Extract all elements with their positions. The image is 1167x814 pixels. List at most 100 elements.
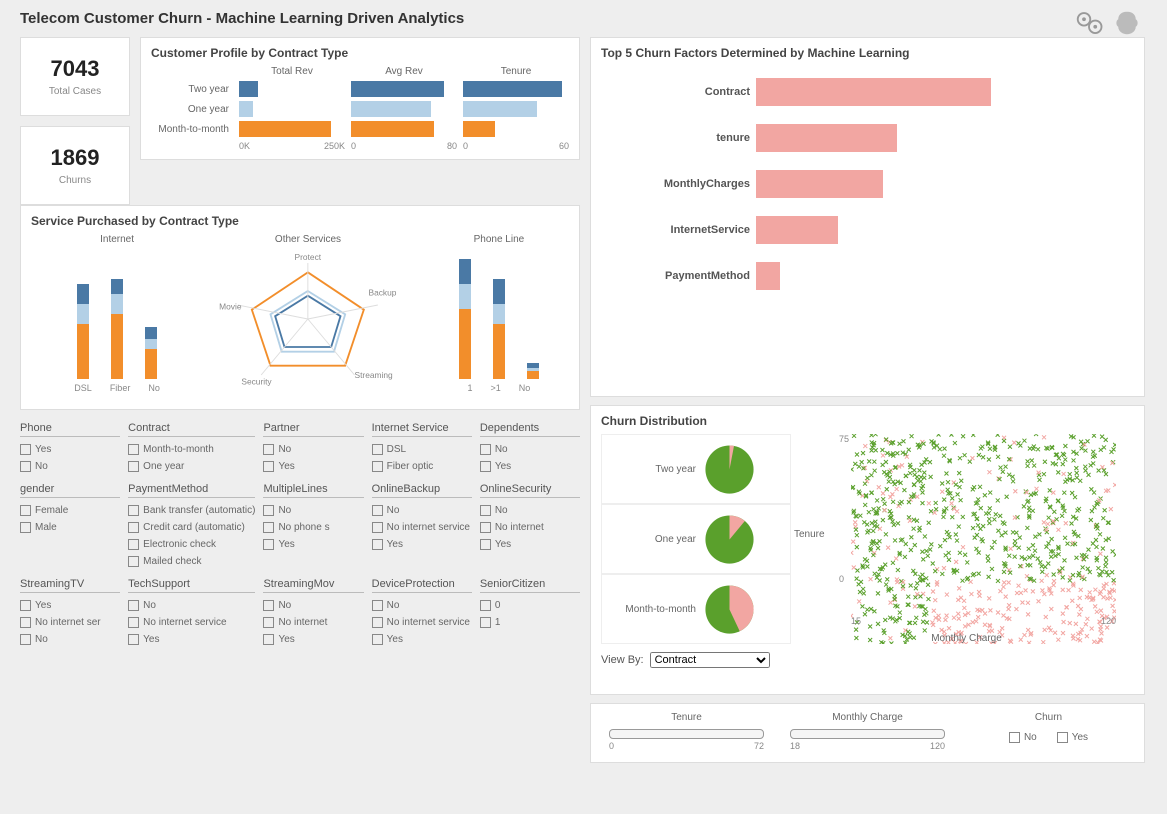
checkbox-icon[interactable]: [20, 600, 31, 611]
checkbox-icon[interactable]: [480, 539, 491, 550]
filter-opt[interactable]: Credit card (automatic): [128, 519, 255, 536]
checkbox-icon[interactable]: [372, 600, 383, 611]
checkbox-icon[interactable]: [372, 461, 383, 472]
filter-opt[interactable]: No: [20, 631, 120, 648]
filter-opt[interactable]: No: [20, 458, 120, 475]
checkbox-icon[interactable]: [128, 556, 139, 567]
pie-chart[interactable]: [702, 512, 757, 567]
filter-opt[interactable]: One year: [128, 458, 255, 475]
checkbox-icon[interactable]: [480, 461, 491, 472]
filter-opt[interactable]: No: [128, 597, 255, 614]
checkbox-icon[interactable]: [480, 444, 491, 455]
checkbox-icon[interactable]: [128, 617, 139, 628]
checkbox-icon[interactable]: [480, 505, 491, 516]
checkbox-icon[interactable]: [128, 461, 139, 472]
filter-opt[interactable]: No: [480, 502, 580, 519]
checkbox-icon[interactable]: [263, 461, 274, 472]
slider-monthly[interactable]: [790, 729, 945, 739]
checkbox-icon[interactable]: [20, 634, 31, 645]
brain-icon[interactable]: [1112, 8, 1142, 41]
filter-opt[interactable]: No internet ser: [20, 614, 120, 631]
bar-twoyear-rev[interactable]: [239, 81, 258, 97]
filter-opt[interactable]: No: [372, 502, 472, 519]
filter-opt[interactable]: DSL: [372, 441, 472, 458]
filter-opt[interactable]: Yes: [263, 458, 363, 475]
factor-bar[interactable]: [756, 262, 780, 290]
bar-m2m-avg[interactable]: [351, 121, 434, 137]
checkbox-icon[interactable]: [128, 600, 139, 611]
pie-chart[interactable]: [702, 582, 757, 637]
checkbox-icon[interactable]: [372, 634, 383, 645]
checkbox-icon[interactable]: [480, 522, 491, 533]
checkbox-icon[interactable]: [20, 461, 31, 472]
checkbox-icon[interactable]: [128, 539, 139, 550]
svc-internet-chart[interactable]: [31, 249, 203, 379]
checkbox-icon[interactable]: [372, 539, 383, 550]
churn-filter-yes[interactable]: Yes: [1057, 729, 1088, 746]
bar-oneyear-avg[interactable]: [351, 101, 431, 117]
checkbox-icon[interactable]: [372, 522, 383, 533]
filter-opt[interactable]: No phone s: [263, 519, 363, 536]
bar-oneyear-rev[interactable]: [239, 101, 253, 117]
viewby-select[interactable]: Contract: [650, 652, 770, 668]
checkbox-icon[interactable]: [263, 522, 274, 533]
filter-opt[interactable]: Mailed check: [128, 553, 255, 570]
factor-bar[interactable]: [756, 170, 883, 198]
factor-bar[interactable]: [756, 78, 991, 106]
filter-opt[interactable]: No: [263, 597, 363, 614]
bar-twoyear-avg[interactable]: [351, 81, 444, 97]
checkbox-icon[interactable]: [372, 617, 383, 628]
checkbox-icon[interactable]: [480, 617, 491, 628]
filter-opt[interactable]: No internet: [480, 519, 580, 536]
bar-m2m-tenure[interactable]: [463, 121, 495, 137]
checkbox-icon[interactable]: [263, 539, 274, 550]
churn-filter-no[interactable]: No: [1009, 729, 1037, 746]
checkbox-icon[interactable]: [128, 522, 139, 533]
factor-bar[interactable]: [756, 124, 897, 152]
checkbox-icon[interactable]: [372, 444, 383, 455]
filter-opt[interactable]: Yes: [372, 536, 472, 553]
bar-oneyear-tenure[interactable]: [463, 101, 537, 117]
churn-scatter-chart[interactable]: Tenure 750 15 120 Monthly Charge: [799, 434, 1134, 644]
checkbox-icon[interactable]: [263, 634, 274, 645]
filter-opt[interactable]: No internet service: [372, 614, 472, 631]
filter-opt[interactable]: No internet service: [128, 614, 255, 631]
filter-opt[interactable]: Male: [20, 519, 120, 536]
filter-opt[interactable]: 0: [480, 597, 580, 614]
filter-opt[interactable]: Yes: [20, 597, 120, 614]
filter-opt[interactable]: Yes: [263, 631, 363, 648]
filter-opt[interactable]: Fiber optic: [372, 458, 472, 475]
bar-twoyear-tenure[interactable]: [463, 81, 562, 97]
svc-phone-chart[interactable]: [413, 249, 585, 379]
checkbox-icon[interactable]: [20, 505, 31, 516]
checkbox-icon[interactable]: [20, 522, 31, 533]
checkbox-icon[interactable]: [480, 600, 491, 611]
checkbox-icon[interactable]: [20, 617, 31, 628]
checkbox-icon[interactable]: [20, 444, 31, 455]
filter-opt[interactable]: Yes: [480, 536, 580, 553]
svc-radar-chart[interactable]: Protect Backup Streaming Security Movie: [211, 249, 405, 389]
pie-chart[interactable]: [702, 442, 757, 497]
checkbox-icon[interactable]: [263, 505, 274, 516]
filter-opt[interactable]: Yes: [20, 441, 120, 458]
filter-opt[interactable]: No: [263, 441, 363, 458]
filter-opt[interactable]: Yes: [263, 536, 363, 553]
filter-opt[interactable]: No: [480, 441, 580, 458]
filter-opt[interactable]: No internet: [263, 614, 363, 631]
filter-opt[interactable]: No internet service: [372, 519, 472, 536]
filter-opt[interactable]: Bank transfer (automatic): [128, 502, 255, 519]
filter-opt[interactable]: No: [372, 597, 472, 614]
filter-opt[interactable]: 1: [480, 614, 580, 631]
checkbox-icon[interactable]: [263, 444, 274, 455]
slider-tenure[interactable]: [609, 729, 764, 739]
filter-opt[interactable]: Month-to-month: [128, 441, 255, 458]
filter-opt[interactable]: Electronic check: [128, 536, 255, 553]
gears-icon[interactable]: [1074, 8, 1104, 41]
filter-opt[interactable]: Yes: [128, 631, 255, 648]
filter-opt[interactable]: Yes: [480, 458, 580, 475]
checkbox-icon[interactable]: [128, 505, 139, 516]
filter-opt[interactable]: Yes: [372, 631, 472, 648]
checkbox-icon[interactable]: [128, 444, 139, 455]
checkbox-icon[interactable]: [128, 634, 139, 645]
bar-m2m-rev[interactable]: [239, 121, 331, 137]
